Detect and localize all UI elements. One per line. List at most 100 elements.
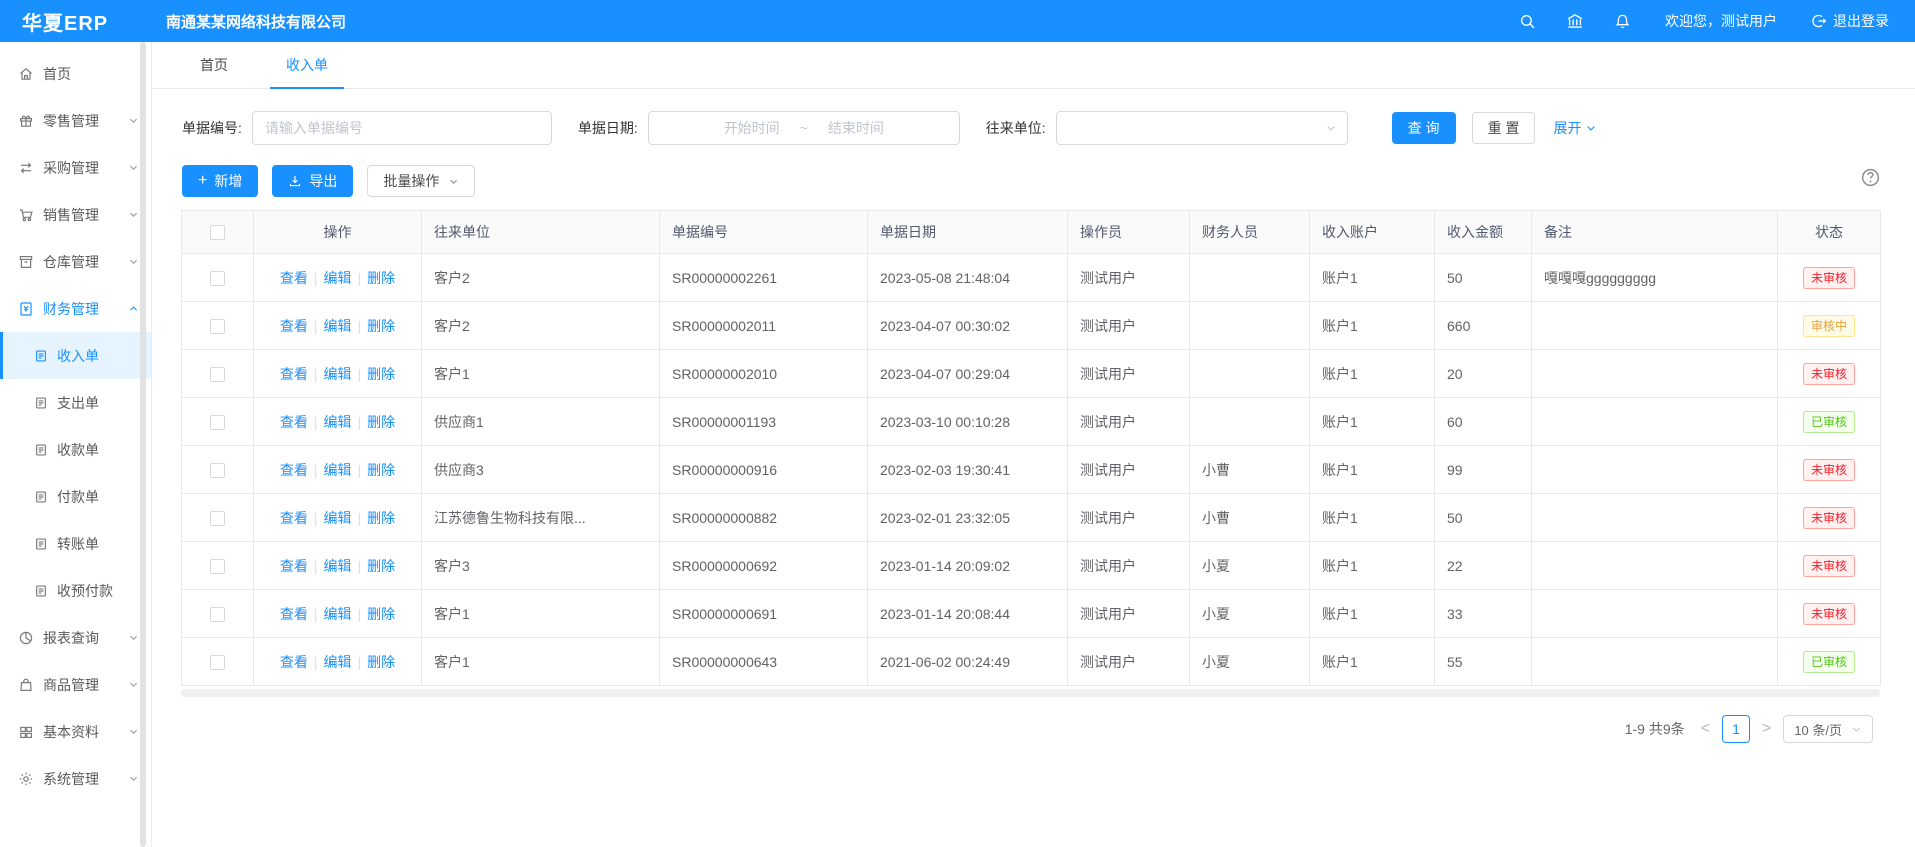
unit-select[interactable]	[1056, 111, 1348, 145]
sidebar-scrollbar[interactable]	[140, 42, 146, 847]
sidebar-item-system[interactable]: 系统管理	[0, 755, 151, 802]
add-label: 新增	[214, 171, 242, 191]
view-link[interactable]: 查看	[280, 414, 308, 430]
edit-link[interactable]: 编辑	[324, 366, 352, 382]
view-link[interactable]: 查看	[280, 558, 308, 574]
action-separator: |	[358, 462, 362, 478]
sidebar-item-label: 商品管理	[43, 675, 99, 695]
main-content: 首页 收入单 单据编号: 单据日期: 开始时间 ~ 结束时间 往来单位: 查 询…	[152, 42, 1915, 847]
horizontal-scrollbar[interactable]	[181, 689, 1880, 697]
view-link[interactable]: 查看	[280, 654, 308, 670]
view-link[interactable]: 查看	[280, 366, 308, 382]
delete-link[interactable]: 删除	[367, 318, 395, 334]
column-header-finance: 财务人员	[1190, 211, 1310, 254]
sidebar-item-payment-bill[interactable]: 付款单	[0, 473, 151, 520]
view-link[interactable]: 查看	[280, 318, 308, 334]
prev-page-button[interactable]: <	[1699, 721, 1712, 737]
sidebar-item-goods[interactable]: 商品管理	[0, 661, 151, 708]
sidebar-item-sales[interactable]: 销售管理	[0, 191, 151, 238]
logout-button[interactable]: 退出登录	[1811, 11, 1889, 31]
edit-link[interactable]: 编辑	[324, 462, 352, 478]
sidebar-item-income-bill[interactable]: 收入单	[0, 332, 151, 379]
cell-unit: 客户1	[422, 350, 660, 398]
reset-button[interactable]: 重 置	[1472, 112, 1536, 144]
bill-no-input[interactable]	[252, 111, 552, 145]
edit-link[interactable]: 编辑	[324, 606, 352, 622]
sidebar-item-receipt-bill[interactable]: 收款单	[0, 426, 151, 473]
edit-link[interactable]: 编辑	[324, 510, 352, 526]
row-checkbox[interactable]	[210, 271, 225, 286]
sidebar-item-transfer-bill[interactable]: 转账单	[0, 520, 151, 567]
next-page-button[interactable]: >	[1760, 721, 1773, 737]
row-checkbox[interactable]	[210, 367, 225, 382]
view-link[interactable]: 查看	[280, 462, 308, 478]
sidebar-item-warehouse[interactable]: 仓库管理	[0, 238, 151, 285]
basic-icon	[18, 724, 34, 740]
delete-link[interactable]: 删除	[367, 462, 395, 478]
row-checkbox[interactable]	[210, 415, 225, 430]
sidebar-item-finance[interactable]: 财务管理	[0, 285, 151, 332]
sidebar-item-basic-data[interactable]: 基本资料	[0, 708, 151, 755]
cell-unit: 供应商1	[422, 398, 660, 446]
date-range-picker[interactable]: 开始时间 ~ 结束时间	[648, 111, 960, 145]
sidebar-item-purchase[interactable]: 采购管理	[0, 144, 151, 191]
delete-link[interactable]: 删除	[367, 606, 395, 622]
row-checkbox[interactable]	[210, 511, 225, 526]
delete-link[interactable]: 删除	[367, 510, 395, 526]
sidebar-item-retail[interactable]: 零售管理	[0, 97, 151, 144]
cell-date: 2021-06-02 00:24:49	[868, 638, 1068, 686]
delete-link[interactable]: 删除	[367, 270, 395, 286]
search-button[interactable]: 查 询	[1392, 112, 1456, 144]
bank-icon[interactable]	[1566, 12, 1584, 30]
row-checkbox[interactable]	[210, 559, 225, 574]
cell-operator: 测试用户	[1068, 302, 1190, 350]
cell-amount: 55	[1435, 638, 1532, 686]
sidebar-item-home[interactable]: 首页	[0, 50, 151, 97]
tab-home[interactable]: 首页	[184, 42, 244, 88]
column-header-amount: 收入金额	[1435, 211, 1532, 254]
view-link[interactable]: 查看	[280, 270, 308, 286]
delete-link[interactable]: 删除	[367, 654, 395, 670]
current-page-button[interactable]: 1	[1722, 715, 1750, 743]
cell-finance: 小曹	[1190, 494, 1310, 542]
sidebar-item-reports[interactable]: 报表查询	[0, 614, 151, 661]
action-separator: |	[358, 318, 362, 334]
chevron-down-icon	[128, 115, 139, 126]
table-row: 查看|编辑|删除 供应商3 SR00000000916 2023-02-03 1…	[182, 446, 1881, 494]
column-header-operator: 操作员	[1068, 211, 1190, 254]
filter-bill-date: 单据日期: 开始时间 ~ 结束时间	[578, 111, 960, 145]
batch-operation-button[interactable]: 批量操作	[367, 165, 475, 197]
sidebar-item-label: 首页	[43, 64, 71, 84]
edit-link[interactable]: 编辑	[324, 654, 352, 670]
edit-link[interactable]: 编辑	[324, 318, 352, 334]
app-logo[interactable]: 华夏ERP	[0, 7, 152, 36]
cell-date: 2023-02-01 23:32:05	[868, 494, 1068, 542]
search-icon[interactable]	[1519, 13, 1536, 30]
row-checkbox[interactable]	[210, 319, 225, 334]
sidebar-item-expense-bill[interactable]: 支出单	[0, 379, 151, 426]
edit-link[interactable]: 编辑	[324, 270, 352, 286]
add-button[interactable]: + 新增	[182, 165, 258, 197]
view-link[interactable]: 查看	[280, 510, 308, 526]
delete-link[interactable]: 删除	[367, 414, 395, 430]
cell-date: 2023-01-14 20:09:02	[868, 542, 1068, 590]
edit-link[interactable]: 编辑	[324, 558, 352, 574]
cell-date: 2023-04-07 00:29:04	[868, 350, 1068, 398]
help-icon[interactable]	[1860, 167, 1881, 188]
select-all-checkbox[interactable]	[210, 225, 225, 240]
bell-icon[interactable]	[1614, 13, 1631, 30]
edit-link[interactable]: 编辑	[324, 414, 352, 430]
pagination: 1-9 共9条 < 1 > 10 条/页	[152, 715, 1873, 743]
row-checkbox[interactable]	[210, 655, 225, 670]
expand-link[interactable]: 展开	[1553, 118, 1597, 138]
row-checkbox[interactable]	[210, 463, 225, 478]
filter-unit: 往来单位:	[986, 111, 1348, 145]
row-checkbox[interactable]	[210, 607, 225, 622]
delete-link[interactable]: 删除	[367, 366, 395, 382]
page-size-select[interactable]: 10 条/页	[1783, 715, 1873, 743]
delete-link[interactable]: 删除	[367, 558, 395, 574]
view-link[interactable]: 查看	[280, 606, 308, 622]
export-button[interactable]: 导出	[272, 165, 353, 197]
tab-income-bill[interactable]: 收入单	[270, 42, 344, 88]
sidebar-item-prepayment[interactable]: 收预付款	[0, 567, 151, 614]
